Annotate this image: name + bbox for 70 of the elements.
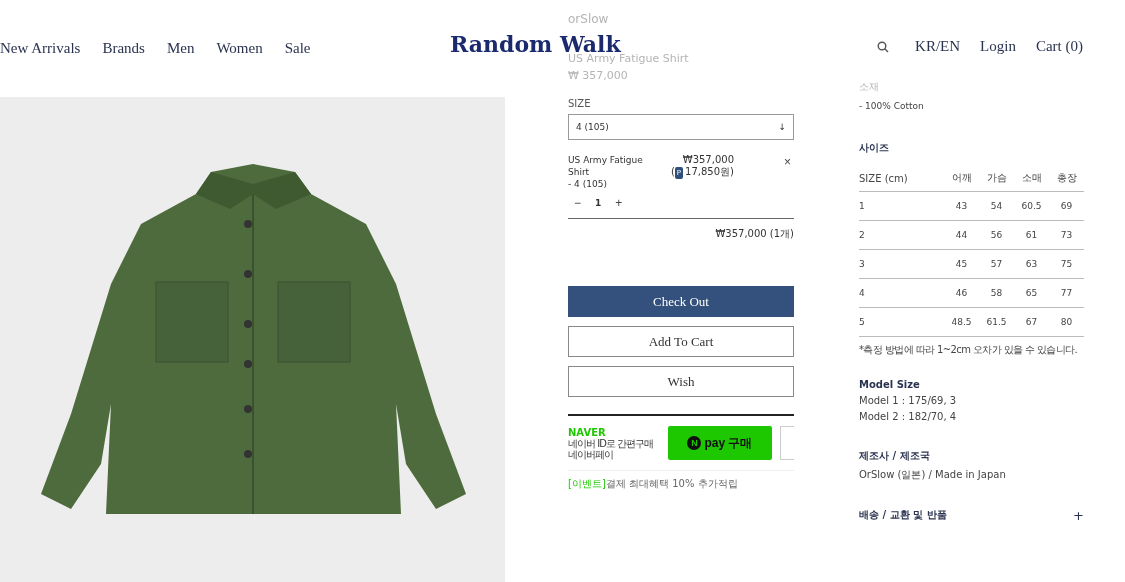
total-price: ₩357,000 (1개) — [714, 227, 794, 241]
table-cell: 1 — [859, 191, 945, 221]
nav-link[interactable]: Brands — [102, 40, 145, 57]
naver-pay-button[interactable]: N pay 구매 — [668, 426, 772, 460]
shipping-toggle[interactable]: 배송 / 교환 및 반품 + — [859, 508, 1084, 523]
brand-name: orSlow — [568, 12, 610, 26]
table-cell: 60.5 — [1014, 191, 1050, 221]
material-text: - 100% Cotton — [859, 101, 925, 111]
table-cell: 54 — [979, 191, 1015, 221]
nav-link[interactable]: Men — [166, 40, 195, 57]
decrease-button[interactable]: − — [574, 196, 581, 210]
table-cell: 63 — [1014, 249, 1050, 279]
naver-text: 네이버 ID로 간편구매 네이버페이 — [568, 437, 654, 460]
model-size-text: Model 1 : 175/69, 3 — [859, 395, 958, 406]
size-note: *측정 방법에 따라 1~2cm 오차가 있을 수 있습니다. — [859, 343, 1079, 357]
table-cell: 46 — [944, 278, 980, 308]
column-header: SIZE (cm) — [859, 165, 945, 192]
table-cell: 67 — [1014, 307, 1050, 337]
header-link[interactable]: Login — [980, 38, 1016, 55]
column-header: 총장 — [1049, 165, 1084, 192]
column-header: 가슴 — [979, 165, 1015, 192]
table-cell: 3 — [859, 249, 945, 279]
points-text: 17,850원) — [685, 166, 734, 177]
table-cell: 73 — [1049, 220, 1084, 250]
table-cell: 69 — [1049, 191, 1084, 221]
header-link[interactable]: KR/EN — [915, 38, 961, 55]
product-price: ₩ 357,000 — [568, 69, 629, 82]
naver-logo: NAVER — [568, 426, 607, 438]
quantity-value: 1 — [595, 198, 602, 208]
cart-item-price: ₩357,000 — [681, 154, 734, 166]
size-title: 사이즈 — [859, 141, 890, 155]
nav-link[interactable]: Sale — [284, 40, 311, 57]
nav-link[interactable]: Women — [216, 40, 263, 57]
remove-button[interactable]: × — [784, 154, 791, 170]
nav-link[interactable]: New Arrivals — [0, 40, 81, 57]
model-size-text: Model 2 : 182/70, 4 — [859, 411, 958, 422]
product-title: US Army Fatigue Shirt — [568, 52, 690, 65]
table-cell: 80 — [1049, 307, 1084, 337]
header-link[interactable]: Cart (0) — [1035, 38, 1083, 55]
table-cell: 44 — [944, 220, 980, 250]
table-cell: 2 — [859, 220, 945, 250]
table-cell: 48.5 — [944, 307, 980, 337]
size-label: SIZE — [568, 98, 592, 109]
table-cell: 61.5 — [979, 307, 1015, 337]
table-cell: 77 — [1049, 278, 1084, 308]
increase-button[interactable]: + — [615, 196, 623, 210]
material-label: 소재 — [859, 80, 880, 94]
table-cell: 58 — [979, 278, 1015, 308]
table-cell: 61 — [1014, 220, 1050, 250]
search-icon[interactable] — [877, 40, 890, 53]
maker-title: 제조사 / 제조국 — [859, 449, 931, 463]
event-text: [이벤트]결제 최대혜택 10% 추가적립 — [568, 477, 739, 491]
column-header: 어깨 — [944, 165, 980, 192]
checkout-button[interactable]: Check Out — [568, 286, 794, 317]
action-button[interactable]: Add To Cart — [568, 326, 794, 357]
table-cell: 56 — [979, 220, 1015, 250]
column-header: 소매 — [1014, 165, 1050, 192]
table-cell: 57 — [979, 249, 1015, 279]
table-cell: 45 — [944, 249, 980, 279]
points-text: ( — [670, 166, 675, 177]
table-cell: 65 — [1014, 278, 1050, 308]
table-cell: 75 — [1049, 249, 1084, 279]
model-title: Model Size — [859, 379, 921, 390]
maker-text: OrSlow (일본) / Made in Japan — [859, 468, 1007, 482]
cart-item-name: US Army Fatigue Shirt - 4 (105) — [568, 154, 644, 190]
size-select[interactable]: 4 (105) ↓ — [568, 114, 794, 140]
action-button[interactable]: Wish — [568, 366, 794, 397]
table-cell: 4 — [859, 278, 945, 308]
table-cell: 5 — [859, 307, 945, 337]
table-cell: 43 — [944, 191, 980, 221]
